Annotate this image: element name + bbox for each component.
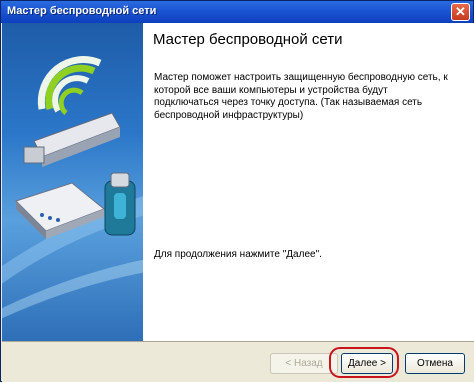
next-button-highlight [329,347,399,378]
title-bar[interactable]: Мастер беспроводной сети ✕ [1,1,473,23]
wifi-signal-icon [37,56,102,115]
wizard-description: Мастер поможет настроить защищенную бесп… [154,72,448,121]
page-title: Мастер беспроводной сети [153,31,343,48]
window-title: Мастер беспроводной сети [7,5,157,17]
wizard-banner [2,23,143,341]
banner-illustration [2,56,143,319]
wizard-window: Мастер беспроводной сети ✕ Мастер беспро… [0,0,474,382]
flash-drive-icon [104,172,136,236]
continue-instruction: Для продолжения нажмите "Далее". [154,249,322,260]
close-icon: ✕ [455,4,466,19]
back-button[interactable]: < Назад [270,353,338,374]
usb-adapter-icon [23,112,121,167]
content-area: Мастер беспроводной сети Мастер поможет … [143,23,474,341]
close-button[interactable]: ✕ [451,3,470,21]
button-bar: < Назад Далее > Отмена [2,341,474,382]
cancel-button[interactable]: Отмена [405,353,465,374]
